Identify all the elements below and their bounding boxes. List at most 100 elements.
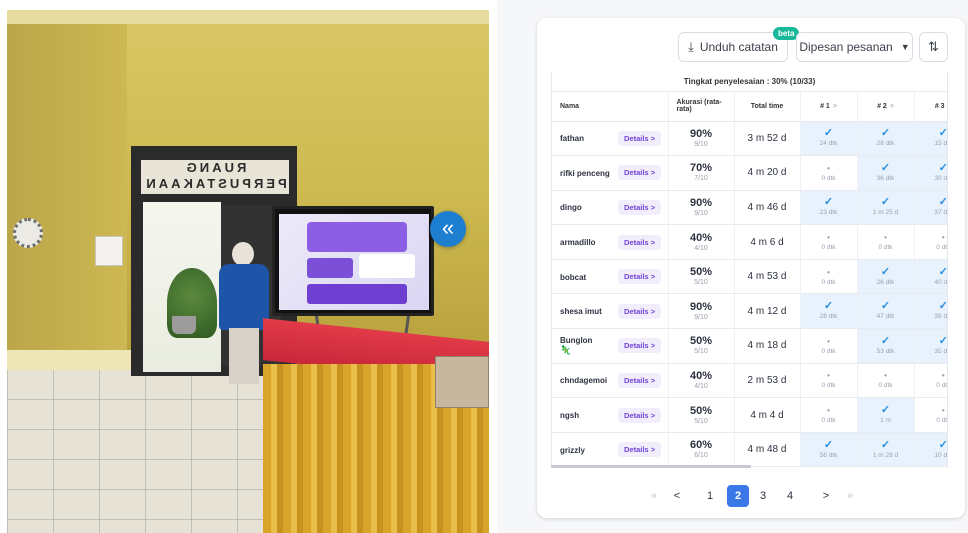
answer-cell-q1[interactable]: ✓ 28 dtk — [799, 293, 858, 330]
presenter-skirt — [229, 328, 259, 384]
results-table-container[interactable]: Tingkat penyelesaian : 30% (10/33) Nama … — [551, 72, 948, 468]
answer-cell-q3[interactable]: ✓ 37 dtk — [913, 190, 947, 226]
student-name: Bunglon — [560, 336, 593, 346]
details-button[interactable]: Details > — [618, 442, 662, 458]
check-icon: ✓ — [880, 196, 891, 209]
details-button[interactable]: Details > — [618, 372, 662, 388]
details-button[interactable]: Details > — [618, 234, 662, 250]
answer-cell-q1[interactable]: ✓ 23 dtk — [799, 190, 858, 226]
chevron-right-icon: > — [650, 202, 656, 212]
table-row: armadillo Details > 40% 4/10 4 m 6 d • 0… — [552, 224, 947, 260]
page-button-1[interactable]: 1 — [699, 485, 721, 507]
chevron-right-icon: > — [889, 102, 894, 110]
answer-time: 24 dtk — [819, 140, 838, 148]
total-time-cell: 2 m 53 d — [733, 363, 801, 399]
chevron-right-icon: > — [650, 445, 656, 455]
answer-cell-q2[interactable]: ✓ 1 m 25 d — [856, 190, 915, 226]
answer-cell-q3[interactable]: ✓ 15 dtk — [913, 121, 948, 157]
answer-time: 0 dtk — [821, 278, 836, 286]
answer-time: 1 m — [880, 417, 891, 425]
column-header-q3[interactable]: # 3> — [913, 92, 947, 122]
details-button[interactable]: Details > — [618, 338, 662, 354]
collapse-panel-button[interactable]: « — [430, 211, 466, 247]
prev-page-button[interactable]: < — [666, 485, 688, 507]
answer-cell-q1[interactable]: ✓ 24 dtk — [799, 121, 858, 157]
answer-time: 0 dtk — [821, 174, 836, 182]
details-button[interactable]: Details > — [618, 407, 662, 423]
details-button[interactable]: Details > — [618, 269, 662, 285]
accuracy-cell: 60% 6/10 — [667, 432, 735, 468]
answer-cell-q2[interactable]: ✓ 1 m — [856, 397, 915, 433]
answer-cell-q1[interactable]: • 0 dtk — [799, 328, 858, 364]
answer-time: 0 dtk — [878, 244, 893, 252]
student-name-cell: Bunglon 🦎 — [552, 328, 610, 364]
accuracy-score: 9/10 — [694, 209, 708, 217]
column-header-total-time: Total time — [733, 92, 801, 122]
horizontal-scrollbar[interactable] — [551, 465, 751, 468]
chevron-right-icon: > — [650, 168, 656, 178]
details-button[interactable]: Details > — [618, 165, 662, 181]
answer-cell-q1[interactable]: ✓ 56 dtk — [799, 432, 858, 468]
answer-cell-q3[interactable]: ✓ 40 dtk — [913, 259, 948, 295]
dot-icon: • — [884, 233, 887, 243]
answer-cell-q2[interactable]: ✓ 28 dtk — [856, 121, 915, 157]
page-button-4[interactable]: 4 — [779, 485, 801, 507]
answer-cell-q3[interactable]: • 0 dtk — [913, 363, 947, 399]
answer-cell-q1[interactable]: • 0 dtk — [799, 224, 858, 260]
sort-dropdown[interactable]: Dipesan pesanan ▼ — [796, 32, 913, 62]
column-header-q1[interactable]: # 1 > — [799, 92, 858, 122]
details-button[interactable]: Details > — [618, 303, 662, 319]
answer-time: 10 dtk — [934, 451, 948, 459]
student-name-cell: grizzly — [552, 432, 610, 468]
details-button[interactable]: Details > — [618, 199, 662, 215]
answer-cell-q2[interactable]: • 0 dtk — [856, 224, 915, 260]
column-header-q2[interactable]: # 2 > — [856, 92, 915, 122]
chevron-double-left-icon: « — [441, 215, 455, 240]
answer-cell-q1[interactable]: • 0 dtk — [799, 363, 858, 399]
answer-cell-q2[interactable]: ✓ 1 m 28 d — [856, 432, 915, 468]
answer-cell-q2[interactable]: ✓ 47 dtk — [856, 293, 915, 330]
last-page-button[interactable]: » — [839, 485, 861, 507]
answer-time: 28 dtk — [819, 313, 838, 321]
answer-cell-q3[interactable]: • 0 dtk — [913, 224, 947, 260]
answer-cell-q1[interactable]: • 0 dtk — [799, 397, 858, 433]
student-name-cell: bobcat — [552, 259, 610, 295]
check-icon: ✓ — [880, 161, 891, 174]
first-page-button[interactable]: « — [643, 485, 665, 507]
accuracy-cell: 40% 4/10 — [667, 363, 735, 399]
answer-time: 0 dtk — [821, 244, 836, 252]
dot-icon: • — [941, 371, 945, 381]
answer-cell-q1[interactable]: • 0 dtk — [799, 259, 858, 295]
page-button-3[interactable]: 3 — [752, 485, 774, 507]
sort-order-button[interactable]: ⇅ — [919, 32, 948, 62]
check-icon: ✓ — [938, 300, 948, 313]
cardboard-box — [435, 356, 489, 408]
answer-cell-q1[interactable]: • 0 dtk — [799, 155, 858, 191]
details-cell: Details > — [610, 363, 669, 399]
answer-cell-q2[interactable]: • 0 dtk — [856, 363, 915, 399]
accuracy-score: 9/10 — [694, 313, 708, 321]
answer-cell-q3[interactable]: • 0 dtk — [913, 397, 947, 433]
check-icon: ✓ — [823, 196, 834, 209]
chevron-right-icon: > — [650, 410, 656, 420]
dot-icon: • — [827, 371, 830, 381]
check-icon: ✓ — [938, 265, 948, 278]
answer-cell-q3[interactable]: ✓ 39 dtk — [913, 293, 948, 330]
next-page-button[interactable]: > — [815, 485, 837, 507]
accuracy-score: 4/10 — [694, 382, 708, 390]
download-notes-button[interactable]: ⤓ Unduh catatan — [678, 32, 788, 62]
answer-time: 15 dtk — [934, 140, 948, 148]
total-time-cell: 4 m 12 d — [733, 293, 801, 330]
details-button[interactable]: Details > — [618, 130, 662, 146]
answer-cell-q2[interactable]: ✓ 53 dtk — [856, 328, 915, 364]
page-button-2[interactable]: 2 — [727, 485, 749, 507]
answer-cell-q2[interactable]: ✓ 36 dtk — [856, 155, 915, 191]
answer-cell-q3[interactable]: ✓ 10 dtk — [913, 432, 948, 468]
check-icon: ✓ — [880, 404, 891, 417]
wall-notice — [95, 236, 123, 266]
student-name-cell: fathan — [552, 121, 610, 157]
accuracy-cell: 90% 9/10 — [667, 293, 735, 330]
answer-cell-q3[interactable]: ✓ 30 dtk — [913, 155, 947, 191]
answer-cell-q2[interactable]: ✓ 26 dtk — [856, 259, 915, 295]
answer-cell-q3[interactable]: ✓ 35 dtk — [913, 328, 947, 364]
